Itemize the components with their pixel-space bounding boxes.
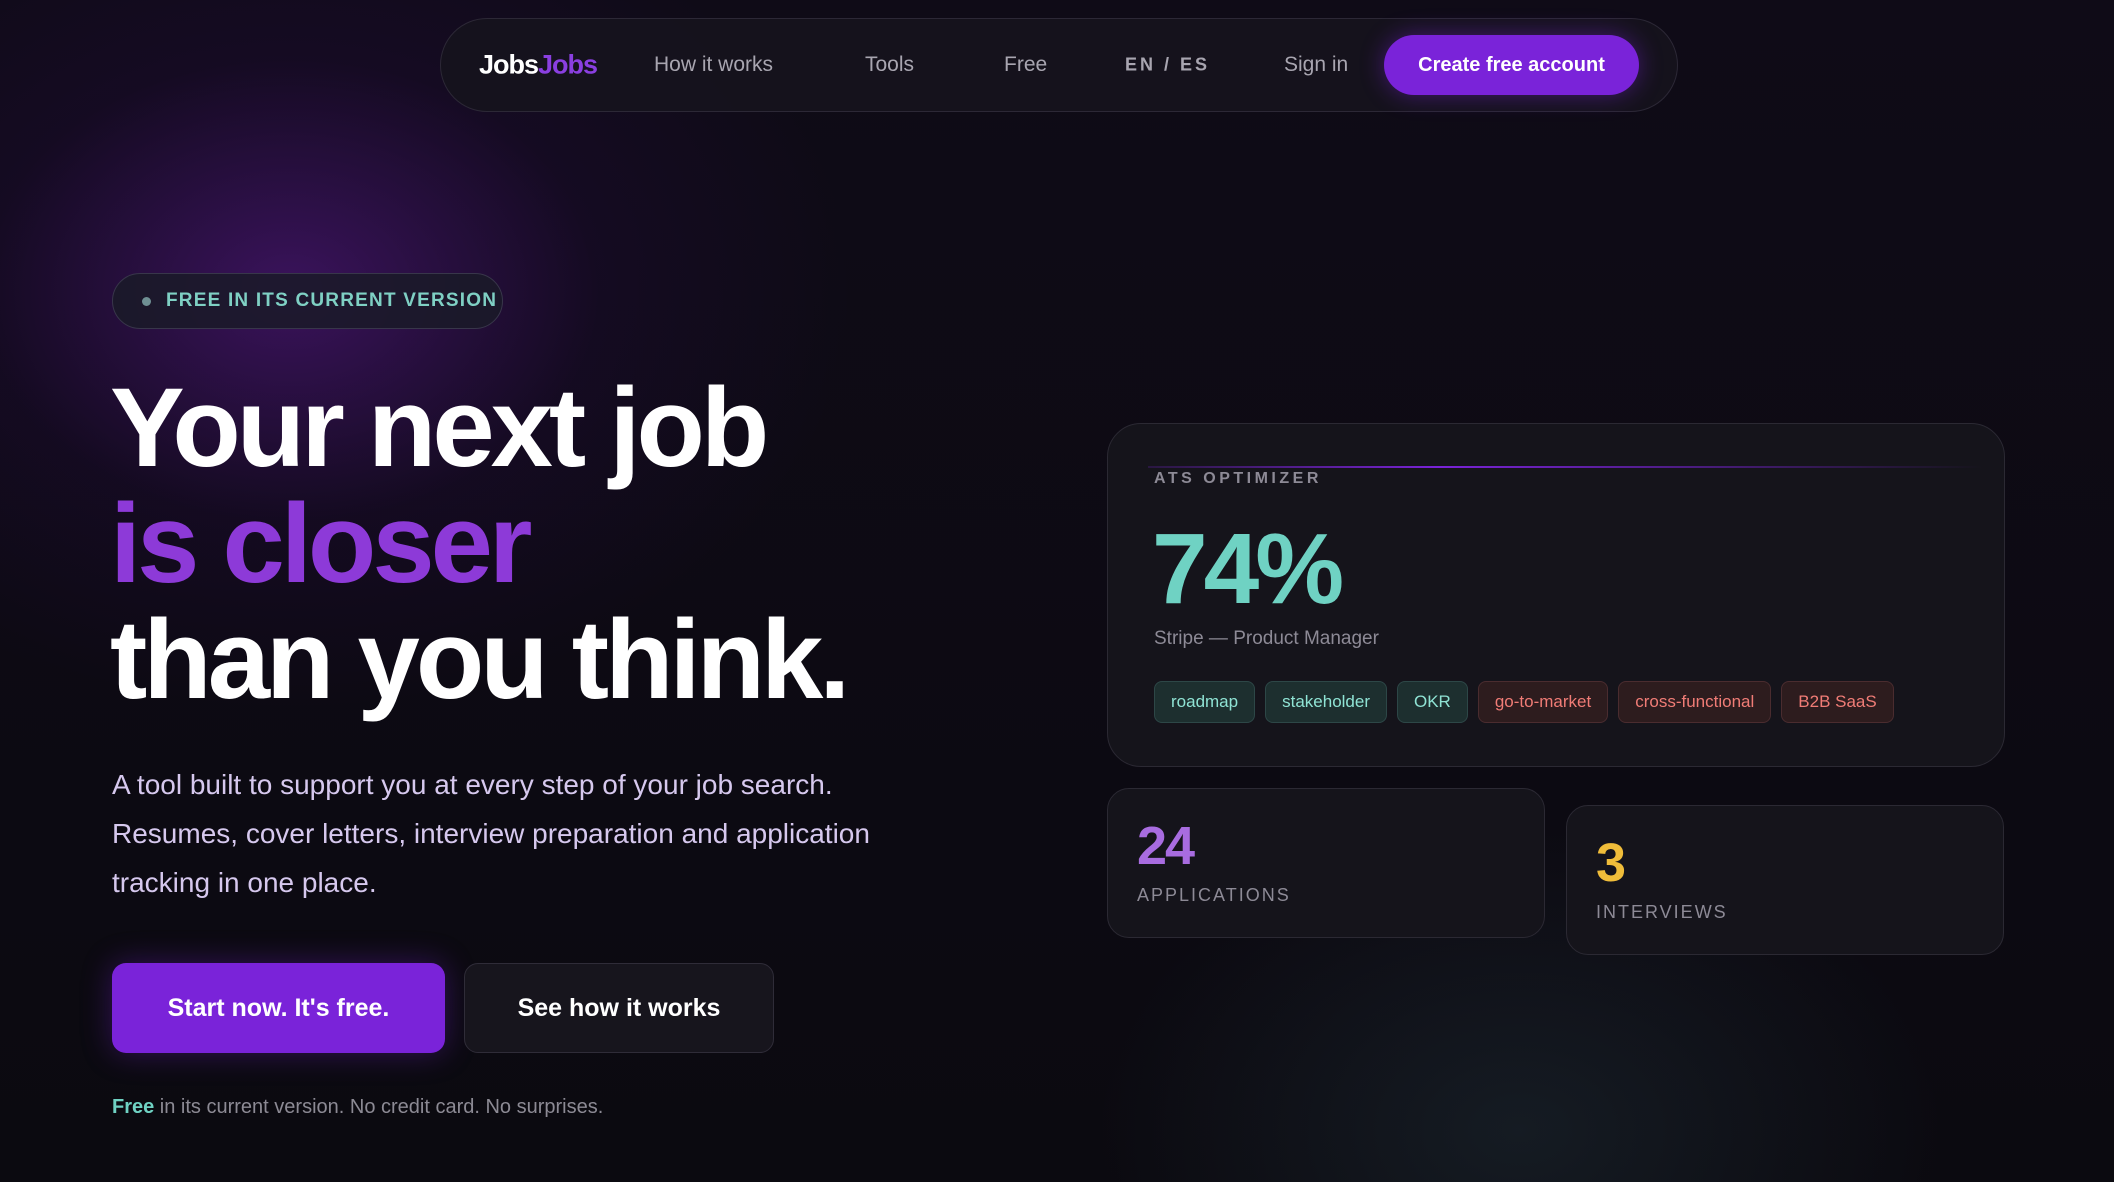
ats-card-label: ATS OPTIMIZER bbox=[1154, 470, 1322, 487]
applications-count: 24 bbox=[1137, 816, 1195, 876]
landing-page: JobsJobs How it works Tools Free EN / ES… bbox=[0, 0, 2114, 1182]
ats-optimizer-card: ATS OPTIMIZER 74% Stripe — Product Manag… bbox=[1107, 423, 2005, 767]
sign-in-link[interactable]: Sign in bbox=[1284, 53, 1348, 77]
keyword-tag-matched: stakeholder bbox=[1265, 681, 1387, 723]
free-version-badge: FREE IN ITS CURRENT VERSION bbox=[112, 273, 503, 329]
applications-stat-card: 24 APPLICATIONS bbox=[1107, 788, 1545, 938]
headline-line-1: Your next job bbox=[110, 365, 769, 490]
keyword-tag-missing: B2B SaaS bbox=[1781, 681, 1894, 723]
keyword-tag-missing: go-to-market bbox=[1477, 681, 1609, 723]
keyword-tag-matched: roadmap bbox=[1154, 681, 1256, 723]
fine-print: Free in its current version. No credit c… bbox=[112, 1096, 603, 1119]
interviews-label: INTERVIEWS bbox=[1596, 902, 1728, 922]
headline-line-2: is closer bbox=[110, 481, 533, 606]
ats-score: 74% bbox=[1152, 513, 1344, 625]
see-how-it-works-button[interactable]: See how it works bbox=[464, 963, 774, 1053]
nav-link-tools[interactable]: Tools bbox=[865, 53, 914, 77]
ats-job-role: Stripe — Product Manager bbox=[1154, 628, 1379, 649]
logo-text-primary: Jobs bbox=[479, 49, 539, 80]
fine-print-highlight: Free bbox=[112, 1096, 155, 1118]
interviews-stat-card: 3 INTERVIEWS bbox=[1566, 805, 2004, 955]
card-accent-line bbox=[1148, 466, 1982, 468]
create-account-button[interactable]: Create free account bbox=[1384, 35, 1639, 95]
logo-link[interactable]: JobsJobs bbox=[479, 49, 598, 81]
hero-headline: Your next job is closer than you think. bbox=[110, 365, 850, 722]
badge-label: FREE IN ITS CURRENT VERSION bbox=[166, 290, 498, 311]
keyword-tag-list: roadmap stakeholder OKR go-to-market cro… bbox=[1154, 681, 1894, 723]
status-dot-icon bbox=[142, 296, 151, 306]
start-now-button[interactable]: Start now. It's free. bbox=[112, 963, 445, 1053]
language-switcher[interactable]: EN / ES bbox=[1125, 55, 1210, 76]
hero-subtitle: A tool built to support you at every ste… bbox=[112, 769, 870, 898]
nav-link-how-it-works[interactable]: How it works bbox=[654, 53, 773, 77]
nav-link-free[interactable]: Free bbox=[1004, 53, 1047, 77]
keyword-tag-matched: OKR bbox=[1397, 681, 1468, 723]
fine-print-text: in its current version. No credit card. … bbox=[154, 1096, 604, 1118]
headline-line-3: than you think. bbox=[110, 597, 850, 722]
top-navbar: JobsJobs How it works Tools Free EN / ES… bbox=[440, 18, 1678, 112]
logo-text-accent: Jobs bbox=[538, 49, 598, 80]
keyword-tag-missing: cross-functional bbox=[1618, 681, 1772, 723]
applications-label: APPLICATIONS bbox=[1137, 885, 1291, 905]
interviews-count: 3 bbox=[1596, 833, 1626, 893]
